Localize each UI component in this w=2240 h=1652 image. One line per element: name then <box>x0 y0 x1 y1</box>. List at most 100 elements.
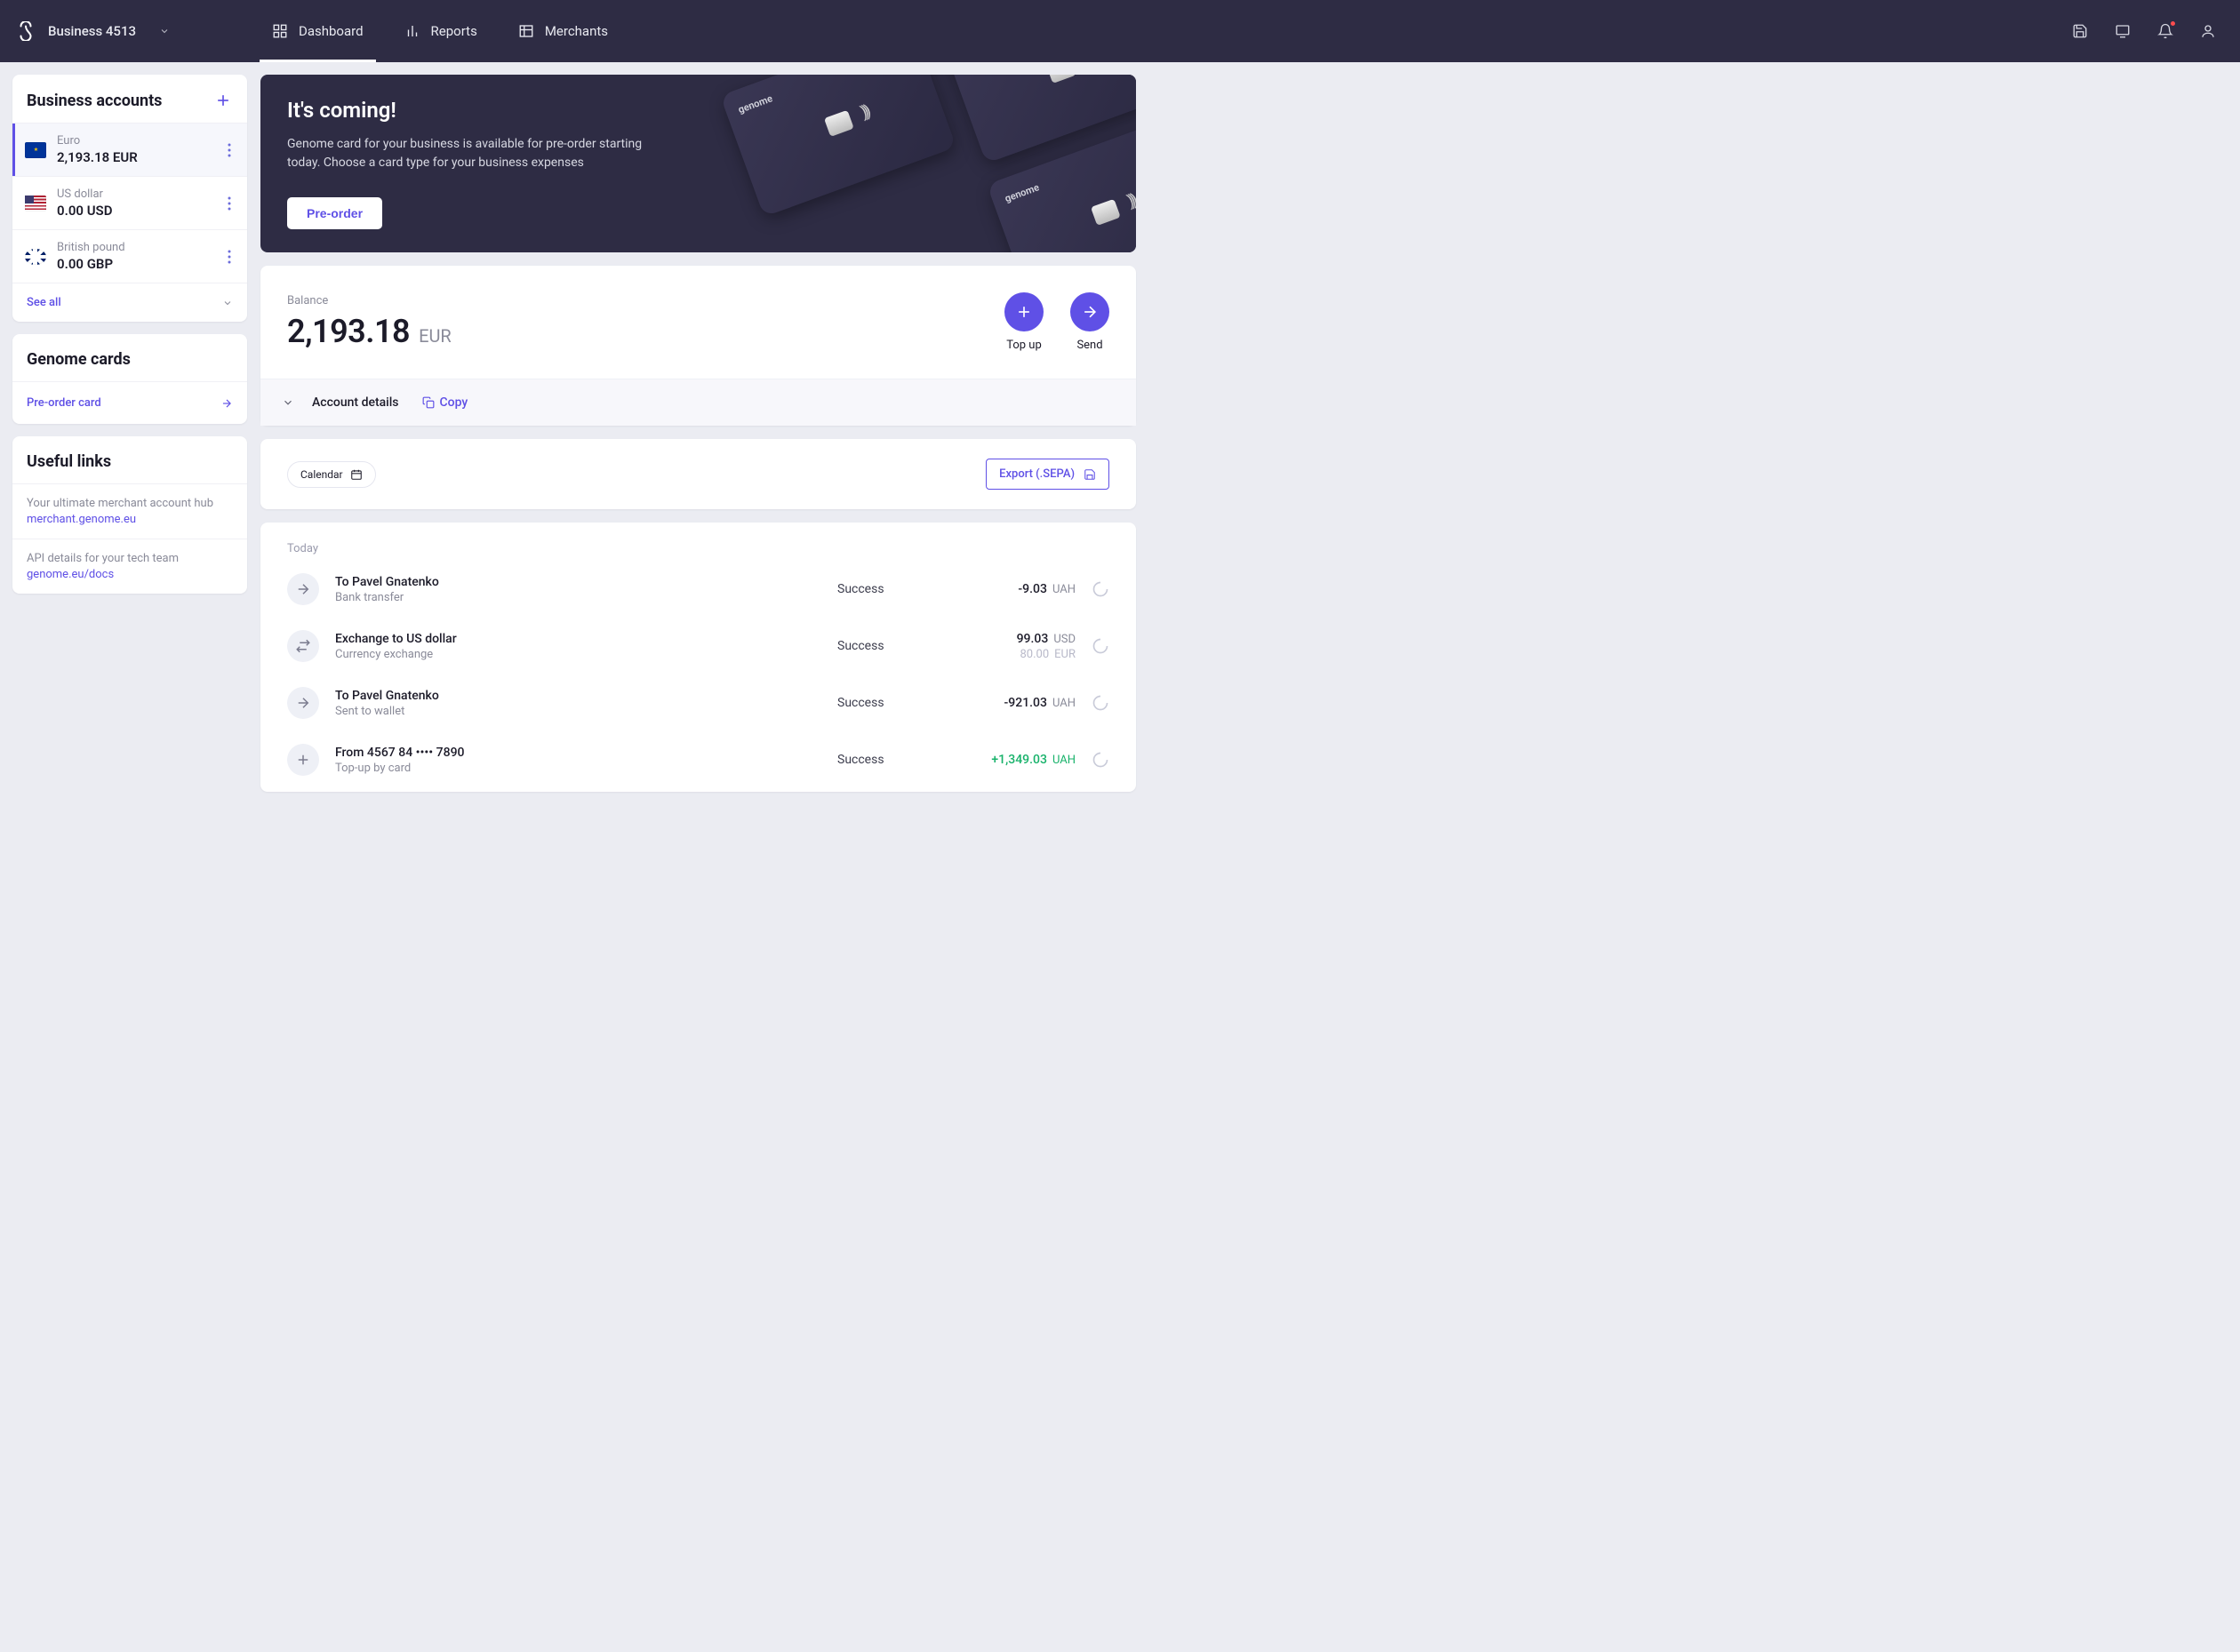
copy-label: Copy <box>440 395 468 410</box>
useful-link-docs: API details for your tech team genome.eu… <box>12 539 247 594</box>
transaction-row[interactable]: Exchange to US dollar Currency exchange … <box>260 618 1136 674</box>
tx-currency: UAH <box>1052 697 1076 710</box>
account-item-usd[interactable]: US dollar 0.00 USD <box>12 176 247 229</box>
tx-currency-secondary: EUR <box>1054 648 1076 661</box>
tx-status: Success <box>837 696 926 710</box>
account-balance: 0.00 GBP <box>57 256 213 272</box>
account-item-euro[interactable]: Euro 2,193.18 EUR <box>12 123 247 176</box>
transaction-row[interactable]: From 4567 84 •••• 7890 Top-up by card Su… <box>260 731 1136 788</box>
top-nav: Business 4513 Dashboard Reports Merchant… <box>0 0 2240 62</box>
dashboard-icon <box>272 23 288 39</box>
main-content: It's coming! Genome card for your busine… <box>260 75 1136 792</box>
arrow-right-icon <box>1070 292 1109 331</box>
save-icon <box>1084 468 1096 481</box>
useful-links-card: Useful links Your ultimate merchant acco… <box>12 436 247 594</box>
calendar-icon <box>350 468 363 481</box>
chevron-down-icon <box>222 298 233 308</box>
topup-button[interactable]: Top up <box>1004 292 1044 352</box>
tx-amount: 99.03 <box>1017 632 1049 646</box>
account-details-label: Account details <box>312 395 399 410</box>
nav-dashboard-label: Dashboard <box>299 23 364 39</box>
link-url[interactable]: merchant.genome.eu <box>27 513 233 526</box>
transactions-card: Today To Pavel Gnatenko Bank transfer Su… <box>260 523 1136 792</box>
account-menu-button[interactable] <box>224 140 235 161</box>
send-label: Send <box>1076 339 1102 352</box>
plus-icon <box>1004 292 1044 331</box>
account-menu-button[interactable] <box>224 246 235 267</box>
spinner-icon <box>1092 637 1109 655</box>
see-all-link[interactable]: See all <box>12 283 247 322</box>
tx-group-label: Today <box>260 542 1136 561</box>
flag-us-icon <box>25 196 46 211</box>
nav-merchants-label: Merchants <box>545 23 608 39</box>
wallet-name: Business 4513 <box>48 23 136 39</box>
tx-sub: Currency exchange <box>335 648 821 661</box>
tx-currency: USD <box>1053 633 1076 646</box>
tx-amount: +1,349.03 <box>991 753 1047 767</box>
merchants-icon <box>518 23 534 39</box>
export-label: Export (.SEPA) <box>999 467 1075 481</box>
send-button[interactable]: Send <box>1070 292 1109 352</box>
nav-right <box>2071 22 2224 40</box>
spinner-icon <box>1092 694 1109 712</box>
export-button[interactable]: Export (.SEPA) <box>986 459 1109 490</box>
preorder-banner: It's coming! Genome card for your busine… <box>260 75 1136 252</box>
spinner-icon <box>1092 751 1109 769</box>
cards-title: Genome cards <box>27 350 131 369</box>
nav-merchants[interactable]: Merchants <box>506 0 620 62</box>
tx-status: Success <box>837 639 926 653</box>
preorder-button[interactable]: Pre-order <box>287 197 382 229</box>
link-desc: API details for your tech team <box>27 552 233 565</box>
tx-amount: -9.03 <box>1018 582 1047 596</box>
account-balance: 2,193.18 EUR <box>57 149 213 165</box>
accounts-card: Business accounts Euro 2,193.18 EUR <box>12 75 247 322</box>
balance-currency: EUR <box>419 325 452 347</box>
save-icon[interactable] <box>2071 22 2089 40</box>
balance-label: Balance <box>287 294 452 307</box>
reports-icon <box>404 23 420 39</box>
tx-currency: UAH <box>1052 583 1076 596</box>
add-account-button[interactable] <box>213 91 233 110</box>
banner-body: Genome card for your business is availab… <box>287 135 669 172</box>
preorder-label: Pre-order card <box>27 396 101 410</box>
accounts-header: Business accounts <box>12 75 247 123</box>
tx-status: Success <box>837 753 926 767</box>
arrow-right-icon <box>220 397 233 410</box>
chevron-down-icon <box>159 26 170 36</box>
link-url[interactable]: genome.eu/docs <box>27 568 233 581</box>
nav-reports[interactable]: Reports <box>392 0 490 62</box>
preorder-card-link[interactable]: Pre-order card <box>12 381 247 424</box>
links-header: Useful links <box>12 436 247 483</box>
account-item-gbp[interactable]: British pound 0.00 GBP <box>12 229 247 283</box>
copy-details-button[interactable]: Copy <box>422 395 468 410</box>
brand-logo-icon <box>16 21 36 41</box>
notification-dot <box>2170 20 2176 27</box>
profile-icon[interactable] <box>2199 22 2217 40</box>
transaction-row[interactable]: To Pavel Gnatenko Bank transfer Success … <box>260 561 1136 618</box>
tx-title: Exchange to US dollar <box>335 632 821 646</box>
arrow-right-icon <box>287 573 319 605</box>
tx-title: To Pavel Gnatenko <box>335 575 821 589</box>
notifications-icon[interactable] <box>2156 22 2174 40</box>
balance-info: Balance 2,193.18 EUR <box>287 294 452 350</box>
account-menu-button[interactable] <box>224 193 235 214</box>
genome-cards-card: Genome cards Pre-order card <box>12 334 247 424</box>
useful-link-merchant: Your ultimate merchant account hub merch… <box>12 483 247 539</box>
tx-amount-secondary: 80.00 <box>1020 648 1050 661</box>
cards-header: Genome cards <box>12 334 247 381</box>
link-desc: Your ultimate merchant account hub <box>27 497 233 510</box>
flag-gb-icon <box>25 249 46 265</box>
account-details-row: Account details Copy <box>260 379 1136 426</box>
arrow-right-icon <box>287 687 319 719</box>
filters-card: Calendar Export (.SEPA) <box>260 439 1136 509</box>
see-all-label: See all <box>27 296 61 309</box>
display-icon[interactable] <box>2114 22 2132 40</box>
nav-dashboard[interactable]: Dashboard <box>260 0 376 62</box>
expand-details-button[interactable] <box>282 396 294 409</box>
transaction-row[interactable]: To Pavel Gnatenko Sent to wallet Success… <box>260 674 1136 731</box>
account-name: British pound <box>57 241 213 254</box>
calendar-filter[interactable]: Calendar <box>287 461 376 488</box>
balance-card: Balance 2,193.18 EUR Top up <box>260 266 1136 426</box>
wallet-switcher[interactable]: Business 4513 <box>16 21 247 41</box>
tx-sub: Sent to wallet <box>335 705 821 718</box>
